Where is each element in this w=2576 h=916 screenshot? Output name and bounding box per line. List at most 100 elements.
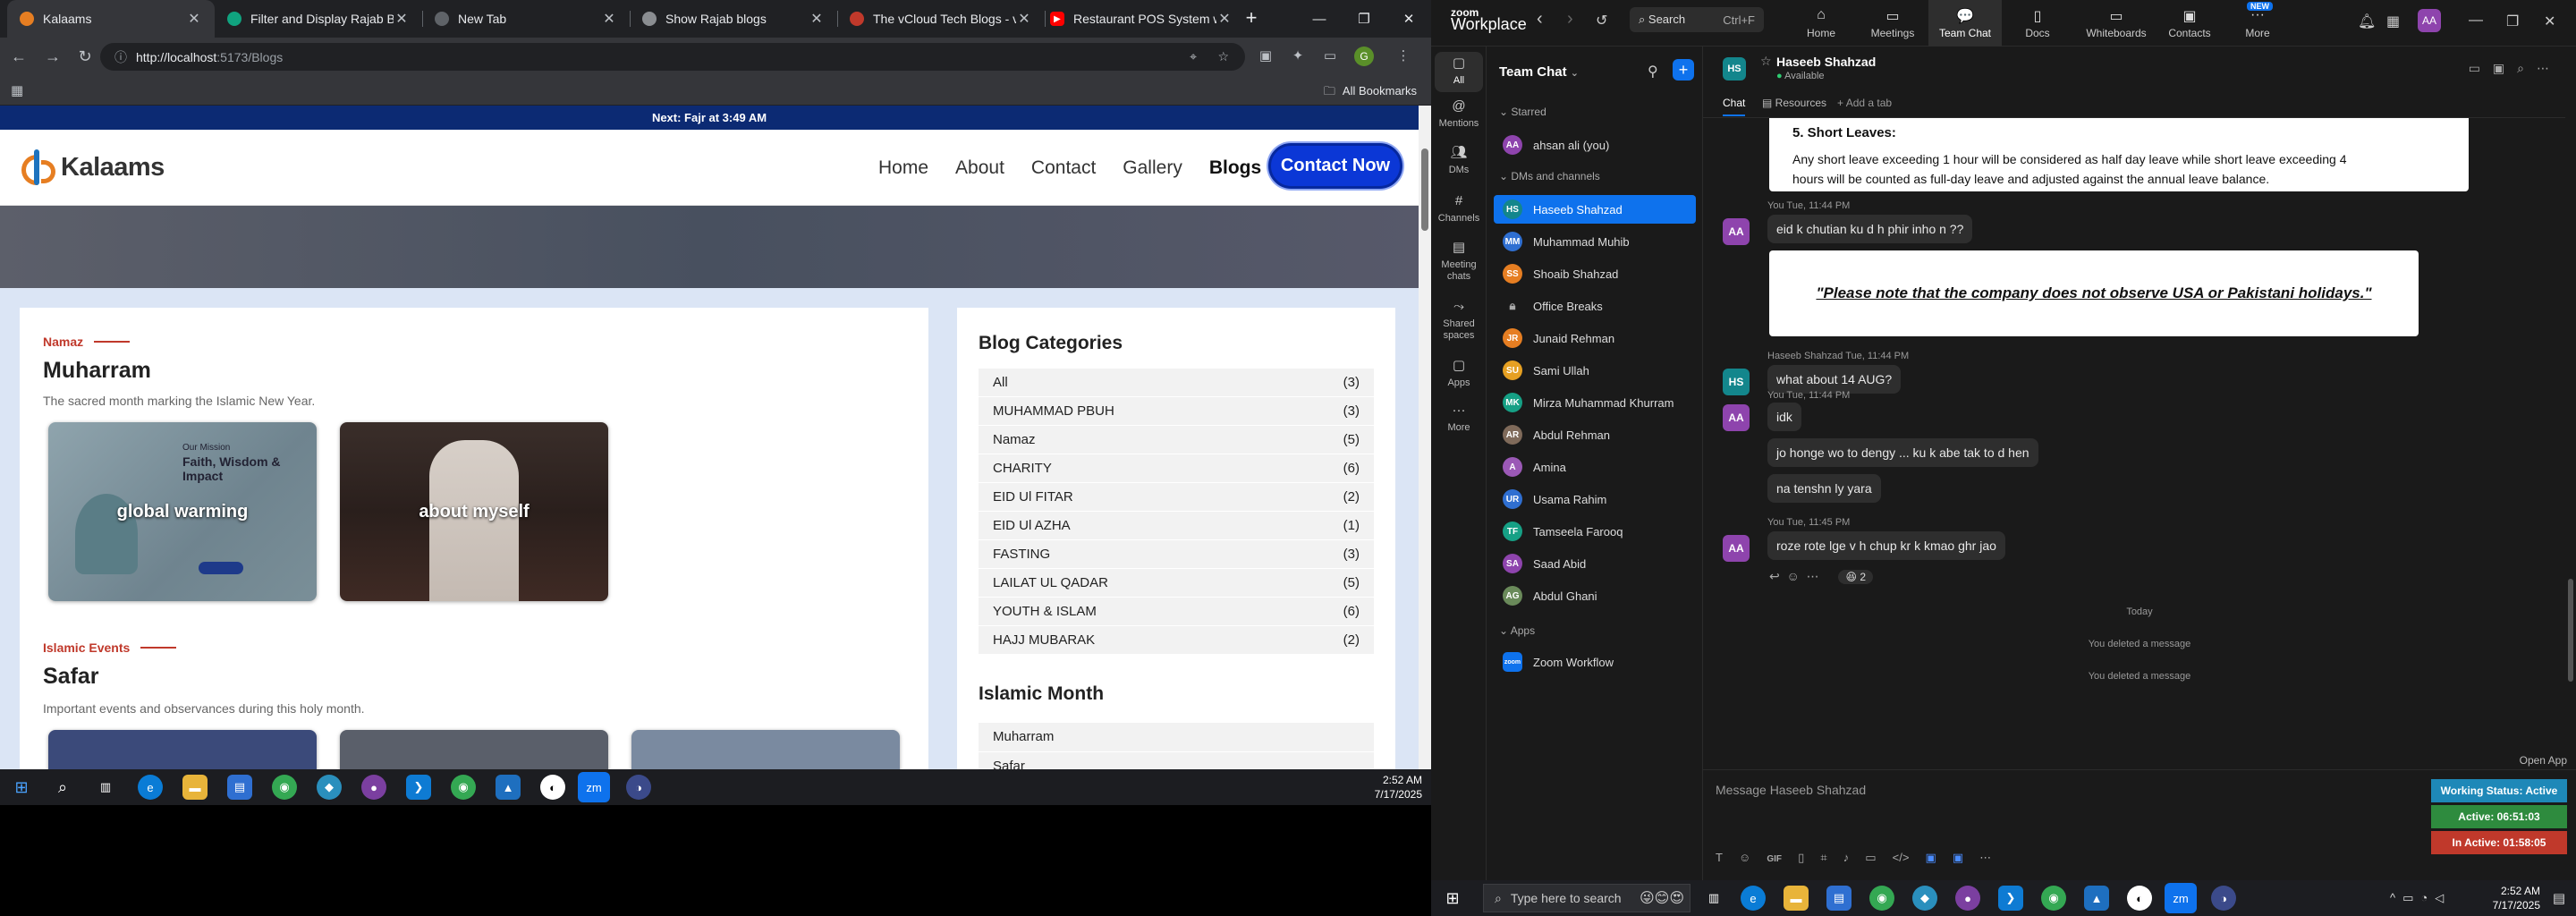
app-icon[interactable]: ◆: [317, 775, 342, 800]
open-app-link[interactable]: Open App: [2431, 754, 2567, 770]
search-icon[interactable]: ⌕: [2517, 61, 2537, 75]
message-bubble[interactable]: jo honge wo to dengy ... ku k abe tak to…: [1767, 438, 2038, 467]
more-icon[interactable]: ⋯: [2537, 61, 2562, 75]
task-view-icon[interactable]: ▥: [1701, 886, 1726, 911]
category-item[interactable]: Namaz (5): [979, 426, 1374, 454]
nav-contact[interactable]: Contact: [1031, 157, 1096, 179]
file-explorer-icon[interactable]: ▬: [182, 775, 208, 800]
tab-whiteboards[interactable]: ▭ Whiteboards: [2077, 0, 2156, 47]
nav-blogs[interactable]: Blogs: [1209, 157, 1261, 179]
history-icon[interactable]: ↺: [1596, 12, 1607, 30]
shared-notice-card[interactable]: "Please note that the company does not o…: [1769, 250, 2419, 336]
close-icon[interactable]: ✕: [1016, 10, 1032, 28]
chat-item[interactable]: TF Tamseela Farooq: [1494, 517, 1696, 546]
more-icon[interactable]: ⋯: [1979, 851, 1991, 864]
chat-item[interactable]: JR Junaid Rehman: [1494, 324, 1696, 352]
rail-channels[interactable]: # Channels: [1435, 194, 1483, 225]
rail-mentions[interactable]: @ Mentions: [1435, 99, 1483, 130]
tab-new-tab[interactable]: New Tab ✕: [422, 0, 630, 38]
tab-filter-rajab[interactable]: Filter and Display Rajab Blog ✕: [215, 0, 422, 38]
close-icon[interactable]: ✕: [1216, 10, 1233, 28]
tab-chat[interactable]: Chat: [1723, 97, 1746, 116]
message-bubble[interactable]: eid k chutian ku d h phir inho n ??: [1767, 215, 1973, 243]
apps-grid-icon[interactable]: ▦: [11, 82, 23, 98]
tab-meetings[interactable]: ▭ Meetings: [1860, 0, 1925, 47]
sender-avatar[interactable]: AA: [1723, 218, 1750, 245]
restore-icon[interactable]: ❐: [1342, 0, 1386, 38]
contact-now-button[interactable]: Contact Now: [1268, 143, 1402, 189]
video-message-icon[interactable]: ▭: [1865, 851, 1876, 864]
contact-avatar[interactable]: HS: [1723, 57, 1746, 81]
chat-item[interactable]: MM Muhammad Muhib: [1494, 227, 1696, 256]
app-icon[interactable]: ▣: [1953, 851, 1963, 864]
message-bubble[interactable]: roze rote lge v h chup kr k kmao ghr jao: [1767, 531, 2005, 560]
chevron-up-icon[interactable]: ^: [2390, 891, 2402, 904]
app-icon[interactable]: ▣: [1925, 851, 1936, 864]
file-explorer-icon[interactable]: ▬: [1784, 886, 1809, 911]
message-bubble[interactable]: na tenshn ly yara: [1767, 474, 1881, 503]
reaction-chip[interactable]: 😆 2: [1838, 570, 1874, 584]
zoom-search[interactable]: ⌕ Search Ctrl+F: [1630, 7, 1764, 32]
group-dms-channels[interactable]: ⌄ DMs and channels: [1499, 170, 1600, 182]
format-icon[interactable]: T: [1716, 851, 1723, 864]
search-icon[interactable]: ⌕: [50, 775, 75, 800]
forward-icon[interactable]: →: [41, 45, 64, 68]
chat-item[interactable]: A Amina: [1494, 453, 1696, 481]
chat-item[interactable]: SS Shoaib Shahzad: [1494, 259, 1696, 288]
volume-icon[interactable]: ◁: [2435, 891, 2451, 904]
gif-icon[interactable]: GIF: [1767, 854, 1782, 864]
contact-name[interactable]: Haseeb Shahzad: [1776, 55, 1876, 69]
taskbar-clock[interactable]: 2:52 AM 7/17/2025: [2493, 884, 2540, 912]
sender-avatar[interactable]: AA: [1723, 404, 1750, 431]
chrome-icon[interactable]: ◉: [451, 775, 476, 800]
category-item[interactable]: YOUTH & ISLAM (6): [979, 598, 1374, 626]
rail-dms[interactable]: 👥︎ DMs: [1435, 146, 1483, 176]
minimize-icon[interactable]: —: [2469, 13, 2483, 29]
bookmark-star-icon[interactable]: ☆: [1217, 49, 1229, 64]
blog-card[interactable]: [340, 730, 608, 769]
message-bubble[interactable]: idk: [1767, 403, 1801, 431]
store-icon[interactable]: ▤: [227, 775, 252, 800]
vscode-icon[interactable]: ❯: [1998, 886, 2023, 911]
month-item[interactable]: Muharram: [979, 723, 1374, 751]
close-window-icon[interactable]: ✕: [2544, 13, 2555, 30]
category-item[interactable]: LAILAT UL QADAR (5): [979, 569, 1374, 598]
chat-item[interactable]: SA Saad Abid: [1494, 549, 1696, 578]
store-icon[interactable]: ▤: [1826, 886, 1852, 911]
calendar-icon[interactable]: ▦: [2386, 13, 2400, 30]
group-starred[interactable]: ⌄ Starred: [1499, 106, 1546, 118]
tab-docs[interactable]: ▯ Docs: [2005, 0, 2070, 47]
windows-start-icon[interactable]: ⊞: [1440, 886, 1465, 911]
extension-icon[interactable]: ▣: [1254, 45, 1277, 68]
taskbar-search[interactable]: ⌕ Type here to search 😜😊😍: [1483, 884, 1690, 912]
chat-scrollbar[interactable]: [2565, 47, 2576, 723]
tab-kalaams[interactable]: Kalaams ✕: [7, 0, 215, 38]
tab-more[interactable]: NEW ··· More: [2225, 0, 2290, 47]
add-tab-button[interactable]: + Add a tab: [1837, 97, 1892, 109]
month-item[interactable]: Safar: [979, 752, 1374, 769]
github-icon[interactable]: ●: [361, 775, 386, 800]
notification-icon[interactable]: ▤: [2553, 890, 2565, 906]
code-icon[interactable]: </>: [1893, 851, 1910, 864]
category-item[interactable]: HAJJ MUBARAK (2): [979, 626, 1374, 655]
forward-icon[interactable]: ›: [1567, 9, 1573, 30]
chat-item-zoom-workflow[interactable]: zoom Zoom Workflow: [1494, 648, 1696, 676]
photos-icon[interactable]: ▲: [2084, 886, 2109, 911]
profile-avatar[interactable]: G: [1352, 45, 1376, 68]
tab-show-rajab[interactable]: Show Rajab blogs ✕: [630, 0, 837, 38]
chat-item[interactable]: AR Abdul Rehman: [1494, 420, 1696, 449]
taskbar-clock[interactable]: 2:52 AM 7/17/2025: [1375, 773, 1422, 802]
new-chat-button[interactable]: +: [1673, 59, 1694, 81]
category-item[interactable]: CHARITY (6): [979, 454, 1374, 483]
site-info-icon[interactable]: ⓘ: [114, 48, 127, 66]
tab-restaurant-pos[interactable]: ▶ Restaurant POS System with ✕: [1038, 0, 1245, 38]
nav-about[interactable]: About: [955, 157, 1004, 179]
emoji-icon[interactable]: ☺: [1739, 851, 1750, 864]
tab-resources[interactable]: ▤ Resources: [1762, 97, 1826, 109]
tab-contacts[interactable]: ▣ Contacts: [2157, 0, 2222, 47]
zoom-taskbar-icon[interactable]: zm: [2165, 883, 2197, 913]
chat-item[interactable]: UR Usama Rahim: [1494, 485, 1696, 513]
scrollbar-thumb[interactable]: [1421, 148, 1428, 231]
scrollbar-thumb[interactable]: [2568, 579, 2573, 682]
blog-card-global-warming[interactable]: Our Mission Faith, Wisdom & Impact globa…: [48, 422, 317, 601]
